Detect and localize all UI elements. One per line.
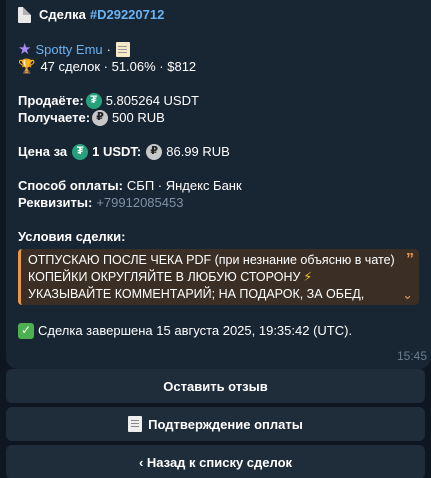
receipt-icon — [128, 416, 143, 432]
sell-row: Продаёте: ₮ 5.805264 USDT — [18, 92, 419, 109]
quote-mark-icon: ” — [406, 251, 414, 268]
memo-icon[interactable] — [116, 42, 130, 57]
conditions-line-with-bolt: КОПЕЙКИ ОКРУГЛЯЙТЕ В ЛЮБУЮ СТОРОНУ ⚡ — [28, 269, 413, 286]
price-value: 86.99 RUB — [166, 144, 230, 159]
seller-name-link[interactable]: Spotty Emu — [35, 41, 102, 58]
conditions-line: УКАЗЫВАЙТЕ КОММЕНТАРИЙ; НА ПОДАРОК, ЗА О… — [28, 287, 365, 301]
trophy-icon: 🏆 — [18, 58, 36, 74]
back-to-deals-button[interactable]: ‹ Назад к списку сделок — [6, 445, 425, 478]
completed-row: ✓ Сделка завершена 15 августа 2025, 19:3… — [18, 322, 419, 339]
seller-stats: 47 сделок · 51.06% · $812 — [40, 59, 197, 74]
conditions-line: ОТПУСКАЮ ПОСЛЕ ЧЕКА PDF (при незнание об… — [28, 253, 395, 267]
lightning-icon: ⚡ — [303, 270, 313, 284]
requisites-label: Реквизиты: — [18, 195, 93, 210]
document-icon — [18, 6, 31, 23]
completed-text: Сделка завершена 15 августа 2025, 19:35:… — [38, 323, 353, 338]
deal-title-prefix: Сделка — [39, 7, 86, 22]
conditions-quote[interactable]: ОТПУСКАЮ ПОСЛЕ ЧЕКА PDF (при незнание об… — [18, 249, 419, 305]
check-mark-icon: ✓ — [18, 322, 34, 339]
tether-icon: ₮ — [72, 143, 89, 160]
deal-id-link[interactable]: #D29220712 — [90, 6, 164, 23]
receive-value: 500 RUB — [112, 110, 165, 125]
leave-feedback-label: Оставить отзыв — [163, 378, 268, 394]
star-icon: ★ — [18, 41, 32, 58]
seller-separator: · — [106, 42, 111, 57]
requisites-row: Реквизиты: +79912085453 — [18, 194, 419, 211]
receive-label: Получаете: — [18, 110, 91, 125]
payment-confirmation-label: Подтверждение оплаты — [148, 416, 303, 432]
seller-stats-row: 🏆 47 сделок · 51.06% · $812 — [18, 58, 419, 75]
deal-title: Сделка #D29220712 — [18, 6, 419, 23]
conditions-line: КОПЕЙКИ ОКРУГЛЯЙТЕ В ЛЮБУЮ СТОРОНУ — [28, 270, 301, 284]
tether-icon: ₮ — [85, 92, 102, 109]
ruble-icon: ₽ — [92, 109, 109, 126]
chevron-down-icon[interactable]: ⌄ — [402, 287, 413, 303]
back-to-deals-label: ‹ Назад к списку сделок — [138, 454, 293, 470]
sell-value: 5.805264 USDT — [105, 93, 199, 108]
price-row: Цена за ₮ 1 USDT: ₽ 86.99 RUB — [18, 143, 419, 160]
conditions-heading: Условия сделки: — [18, 229, 126, 244]
price-label: Цена за — [18, 144, 68, 159]
deal-message-bubble: Сделка #D29220712 ★ Spotty Emu · 🏆 47 сд… — [6, 0, 431, 369]
payment-method-value: СБП · Яндекс Банк — [126, 178, 242, 193]
leave-feedback-button[interactable]: Оставить отзыв — [6, 369, 425, 403]
sell-label: Продаёте: — [18, 93, 84, 108]
payment-method-label: Способ оплаты: — [18, 178, 123, 193]
seller-row: ★ Spotty Emu · — [18, 41, 419, 58]
price-unit: 1 USDT: — [92, 144, 142, 159]
payment-confirmation-button[interactable]: Подтверждение оплаты — [6, 407, 425, 441]
requisites-phone[interactable]: +79912085453 — [96, 194, 183, 211]
ruble-icon: ₽ — [146, 143, 163, 160]
receive-row: Получаете: ₽ 500 RUB — [18, 109, 419, 126]
message-time: 15:45 — [396, 349, 427, 363]
payment-method-row: Способ оплаты: СБП · Яндекс Банк — [18, 177, 419, 194]
